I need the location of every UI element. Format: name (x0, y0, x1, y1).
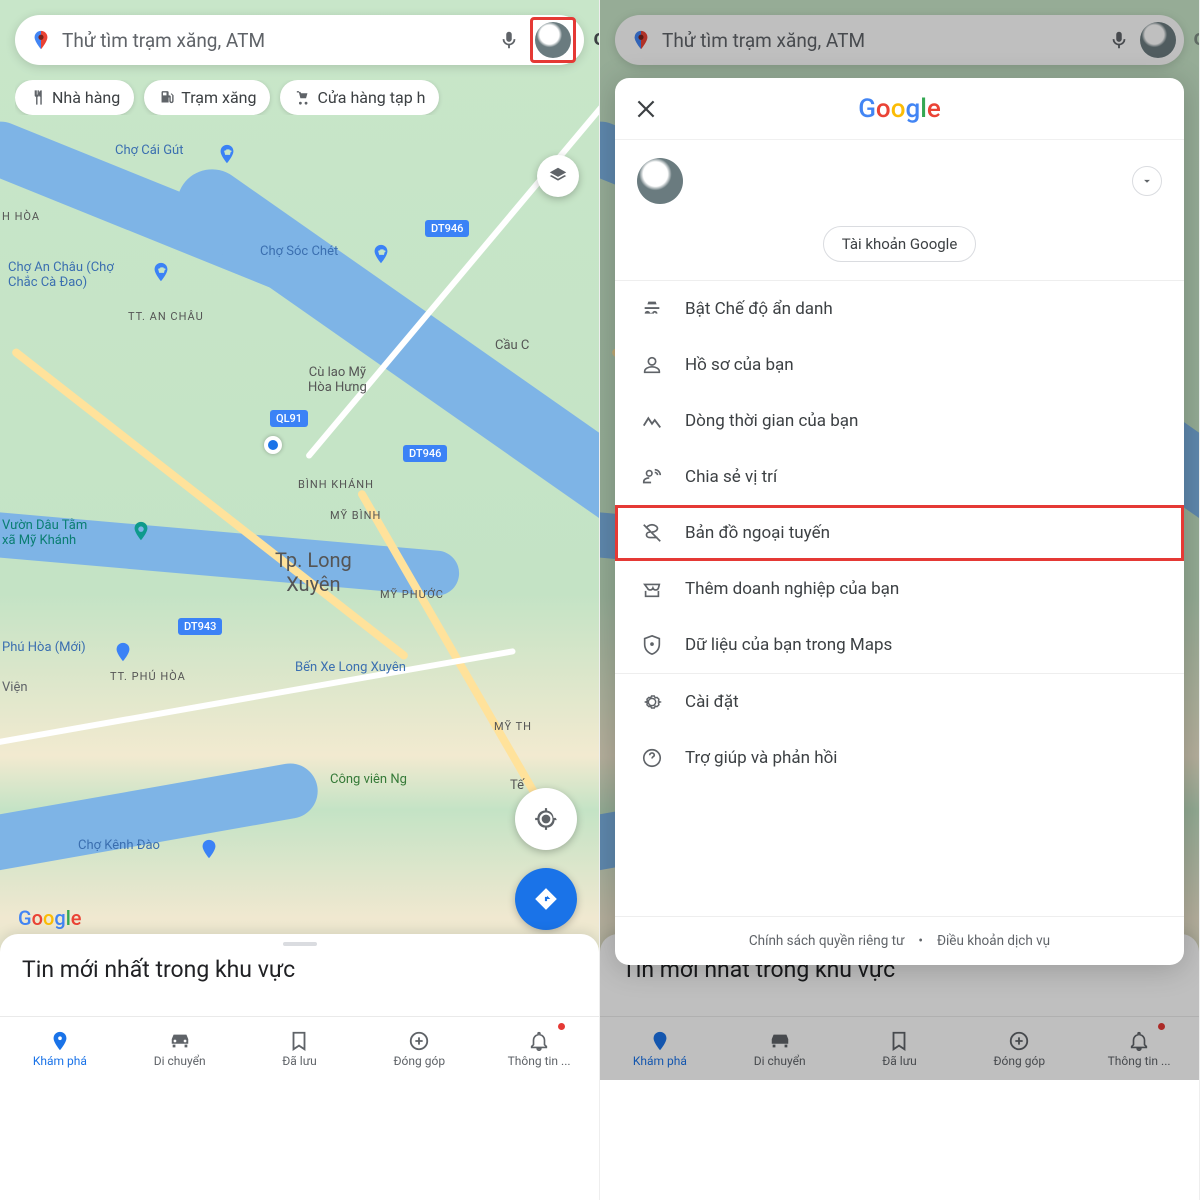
poi-label[interactable]: Vườn Dâu Tằm xã Mỹ Khánh (2, 518, 87, 548)
area-label: MỸ BÌNH (330, 509, 381, 522)
bottom-nav: Khám phá Di chuyển Đã lưu Đóng góp Thông… (0, 1016, 599, 1080)
nav-updates[interactable]: Thông tin ... (479, 1017, 599, 1080)
search-bar[interactable]: Thử tìm trạm xăng, ATM (15, 15, 584, 65)
profile-avatar[interactable] (535, 22, 571, 58)
nav-go[interactable]: Di chuyển (120, 1017, 240, 1080)
google-account-button[interactable]: Tài khoản Google (823, 226, 977, 262)
maps-pin-icon (30, 29, 52, 51)
chip-restaurants[interactable]: Nhà hàng (15, 80, 134, 115)
poi-label[interactable]: Chợ Cái Gút (115, 143, 183, 158)
menu-settings[interactable]: Cài đặt (615, 674, 1184, 730)
poi-label[interactable]: Viện (2, 680, 28, 695)
area-label: TT. AN CHÂU (128, 310, 204, 323)
bottom-sheet[interactable]: Tin mới nhất trong khu vực (0, 934, 599, 1016)
poi-label[interactable]: Chợ Kênh Đào (78, 838, 160, 853)
menu-offline-maps[interactable]: Bản đồ ngoại tuyến (615, 505, 1184, 561)
city-label: Tp. Long Xuyên (275, 548, 352, 596)
menu-help[interactable]: Trợ giúp và phản hồi (615, 730, 1184, 786)
menu-add-business[interactable]: Thêm doanh nghiệp của bạn (615, 561, 1184, 617)
nav-saved[interactable]: Đã lưu (240, 1017, 360, 1080)
privacy-link[interactable]: Chính sách quyền riêng tư (749, 933, 905, 949)
close-icon[interactable] (633, 96, 659, 122)
menu-timeline[interactable]: Dòng thời gian của bạn (615, 393, 1184, 449)
poi-label[interactable]: Tế (510, 778, 524, 793)
terms-link[interactable]: Điều khoản dịch vụ (937, 933, 1050, 949)
account-avatar (637, 158, 683, 204)
nav-contribute[interactable]: Đóng góp (359, 1017, 479, 1080)
menu-incognito[interactable]: Bật Chế độ ẩn danh (615, 281, 1184, 337)
search-bar: Thử tìm trạm xăng, ATM (615, 15, 1184, 65)
route-badge: DT946 (425, 220, 469, 237)
google-logo: Google (18, 906, 82, 930)
mic-icon (1108, 29, 1130, 51)
maps-pin-icon (630, 29, 652, 51)
category-chips: Nhà hàng Trạm xăng Cửa hàng tạp h (15, 80, 599, 115)
menu-profile[interactable]: Hồ sơ của bạn (615, 337, 1184, 393)
menu-location-sharing[interactable]: Chia sẻ vị trí (615, 449, 1184, 505)
menu-your-data[interactable]: Dữ liệu của bạn trong Maps (615, 617, 1184, 673)
poi-label[interactable]: Công viên Ng (330, 772, 407, 787)
expand-accounts-icon[interactable] (1132, 166, 1162, 196)
route-badge: QL91 (270, 410, 308, 427)
my-location-dot (264, 436, 282, 454)
bottom-nav-dimmed: Khám phá Di chuyển Đã lưu Đóng góp Thông… (600, 1016, 1199, 1080)
area-label: MỸ TH (494, 720, 532, 733)
chip-grocery[interactable]: Cửa hàng tạp h (280, 80, 439, 115)
nav-explore[interactable]: Khám phá (0, 1017, 120, 1080)
partial-letter: c (1194, 26, 1200, 51)
area-label: TT. PHÚ HÒA (110, 670, 186, 683)
account-menu: Google Tài khoản Google Bật Chế độ ẩn da… (615, 78, 1184, 965)
poi-label[interactable]: Chợ An Châu (Chợ Chắc Cà Đao) (8, 260, 114, 290)
poi-label[interactable]: Cầu C (495, 338, 529, 353)
locate-button[interactable] (515, 788, 577, 850)
sheet-title: Tin mới nhất trong khu vực (22, 956, 295, 983)
area-label: BÌNH KHÁNH (298, 478, 374, 491)
poi-label[interactable]: Chợ Sóc Chét (260, 244, 338, 259)
profile-avatar (1140, 22, 1176, 58)
account-row[interactable] (615, 140, 1184, 222)
notification-dot (558, 1023, 565, 1030)
layers-button[interactable] (537, 155, 579, 197)
google-logo: Google (858, 94, 941, 124)
profile-highlight (530, 17, 576, 63)
search-placeholder: Thử tìm trạm xăng, ATM (62, 29, 488, 52)
sheet-handle[interactable] (283, 942, 317, 946)
poi-label[interactable]: Phú Hòa (Mới) (2, 640, 86, 655)
route-badge: DT946 (403, 445, 447, 462)
poi-label[interactable]: Bến Xe Long Xuyên (295, 660, 406, 675)
chip-gas[interactable]: Trạm xăng (144, 80, 270, 115)
area-label: MỸ PHƯỚC (380, 588, 444, 601)
map-canvas[interactable]: Chợ Cái Gút H HÒA Chợ An Châu (Chợ Chắc … (0, 0, 599, 1080)
mic-icon[interactable] (498, 29, 520, 51)
route-badge: DT943 (178, 618, 222, 635)
directions-button[interactable] (515, 868, 577, 930)
area-label: H HÒA (2, 210, 40, 223)
area-label: Cù lao Mỹ Hòa Hưng (308, 365, 367, 395)
